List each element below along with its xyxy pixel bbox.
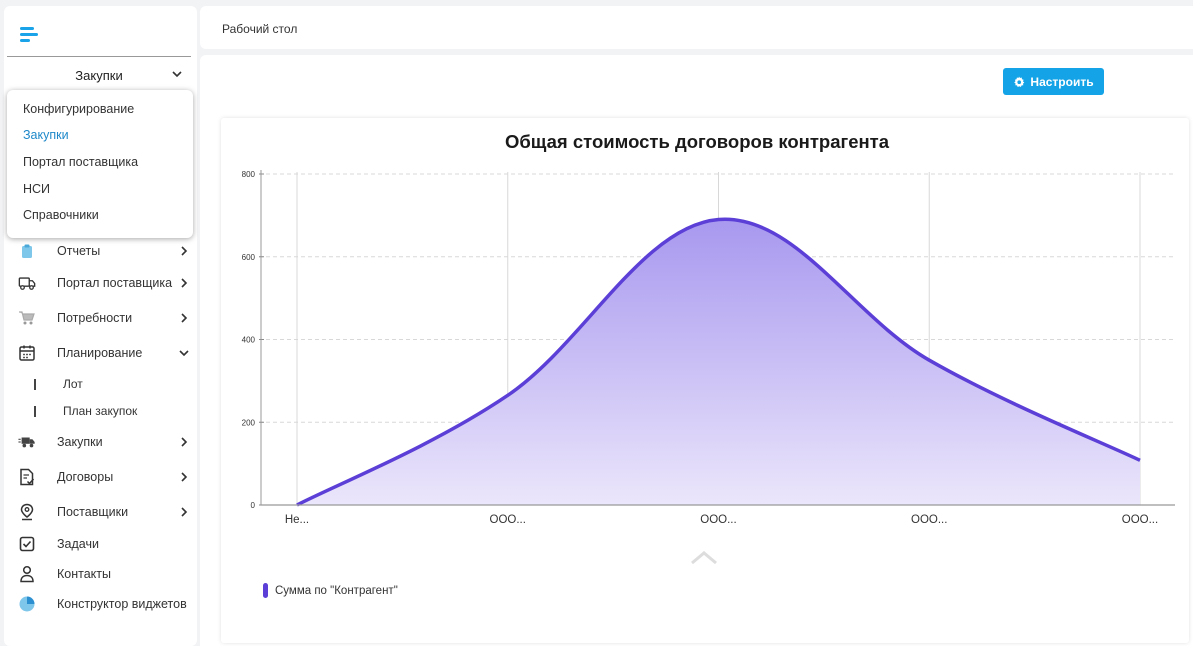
cart-icon [18, 309, 36, 327]
person-icon [18, 565, 36, 583]
chevron-down-icon [179, 350, 189, 357]
y-tick-label: 400 [242, 336, 256, 345]
legend-swatch [263, 583, 268, 598]
sidebar-item-needs[interactable]: Потребности [18, 306, 196, 330]
sidebar-item-suppliers[interactable]: Поставщики [18, 500, 196, 524]
area-fill [297, 219, 1140, 505]
y-tick-label: 600 [242, 253, 256, 262]
x-tick-label: ООО... [1122, 514, 1158, 526]
sidebar-subitem-procurement-plan[interactable]: План закупок [34, 402, 137, 420]
chevron-down-icon [172, 71, 182, 78]
module-dropdown: Конфигурирование Закупки Портал поставщи… [7, 90, 193, 238]
chevron-right-icon [181, 313, 188, 323]
main-content: Настроить Общая стоимость договоров конт… [200, 55, 1193, 646]
sidebar-item-supplier-portal[interactable]: Портал поставщика [18, 271, 196, 295]
sidebar-item-label: Задачи [57, 537, 99, 551]
sidebar-item-planning[interactable]: Планирование [18, 341, 196, 365]
delivery-truck-icon [18, 433, 36, 451]
dropdown-item-nsi[interactable]: НСИ [23, 182, 50, 196]
chart-legend[interactable]: Сумма по "Контрагент" [263, 583, 398, 598]
subitem-marker [34, 405, 36, 417]
module-select[interactable]: Закупки [7, 59, 191, 91]
calendar-icon [18, 344, 36, 362]
sidebar-divider [7, 56, 191, 57]
y-tick-label: 800 [242, 170, 256, 179]
clipboard-icon [18, 242, 36, 260]
chart-widget: Общая стоимость договоров контрагента 02… [221, 118, 1189, 643]
checkbox-icon [18, 535, 36, 553]
x-tick-label: ООО... [700, 514, 736, 526]
configure-button[interactable]: Настроить [1003, 68, 1104, 95]
breadcrumb[interactable]: Рабочий стол [222, 22, 297, 36]
sidebar-item-tasks[interactable]: Задачи [18, 532, 196, 556]
module-select-label: Закупки [75, 67, 123, 83]
sidebar-item-widget-builder[interactable]: Конструктор виджетов [18, 592, 196, 616]
location-pin-icon [18, 503, 36, 521]
sidebar-item-contracts[interactable]: Договоры [18, 465, 196, 489]
sidebar-item-label: Планирование [57, 346, 143, 360]
document-check-icon [18, 468, 36, 486]
dropdown-item-procurement[interactable]: Закупки [23, 128, 69, 142]
sidebar-subitem-lot[interactable]: Лот [34, 375, 83, 393]
gear-icon [1014, 76, 1025, 87]
configure-button-label: Настроить [1030, 74, 1094, 89]
sidebar-item-contacts[interactable]: Контакты [18, 562, 196, 586]
chevron-right-icon [181, 246, 188, 256]
truck-icon [18, 274, 36, 292]
sidebar-item-label: Закупки [57, 435, 103, 449]
sidebar-item-procurement[interactable]: Закупки [18, 430, 196, 454]
x-tick-label: ООО... [911, 514, 947, 526]
sidebar-item-label: Отчеты [57, 244, 101, 258]
subitem-marker [34, 378, 36, 390]
y-tick-label: 200 [242, 418, 256, 427]
sidebar-item-label: Договоры [57, 470, 114, 484]
sidebar-item-reports[interactable]: Отчеты [18, 239, 196, 263]
dropdown-item-supplier-portal[interactable]: Портал поставщика [23, 155, 138, 169]
x-tick-label: Не... [285, 514, 309, 526]
pie-chart-icon [18, 595, 36, 613]
topbar: Рабочий стол [200, 6, 1193, 49]
dropdown-item-configuration[interactable]: Конфигурирование [23, 102, 134, 116]
chevron-right-icon [181, 472, 188, 482]
sidebar-subitem-label: Лот [63, 377, 83, 391]
sidebar-item-label: Конструктор виджетов [57, 597, 187, 611]
sidebar-item-label: Поставщики [57, 505, 129, 519]
sidebar-item-label: Контакты [57, 567, 111, 581]
sidebar-subitem-label: План закупок [63, 404, 138, 418]
menu-toggle-icon[interactable] [18, 24, 40, 44]
sidebar-item-label: Портал поставщика [57, 276, 173, 290]
chevron-right-icon [181, 278, 188, 288]
chevron-up-icon[interactable] [688, 548, 720, 568]
chevron-right-icon [181, 507, 188, 517]
x-tick-label: ООО... [490, 514, 526, 526]
legend-label: Сумма по "Контрагент" [275, 584, 398, 597]
sidebar-item-label: Потребности [57, 311, 133, 325]
y-tick-label: 0 [251, 501, 256, 510]
chevron-right-icon [181, 437, 188, 447]
dropdown-item-references[interactable]: Справочники [23, 208, 99, 222]
